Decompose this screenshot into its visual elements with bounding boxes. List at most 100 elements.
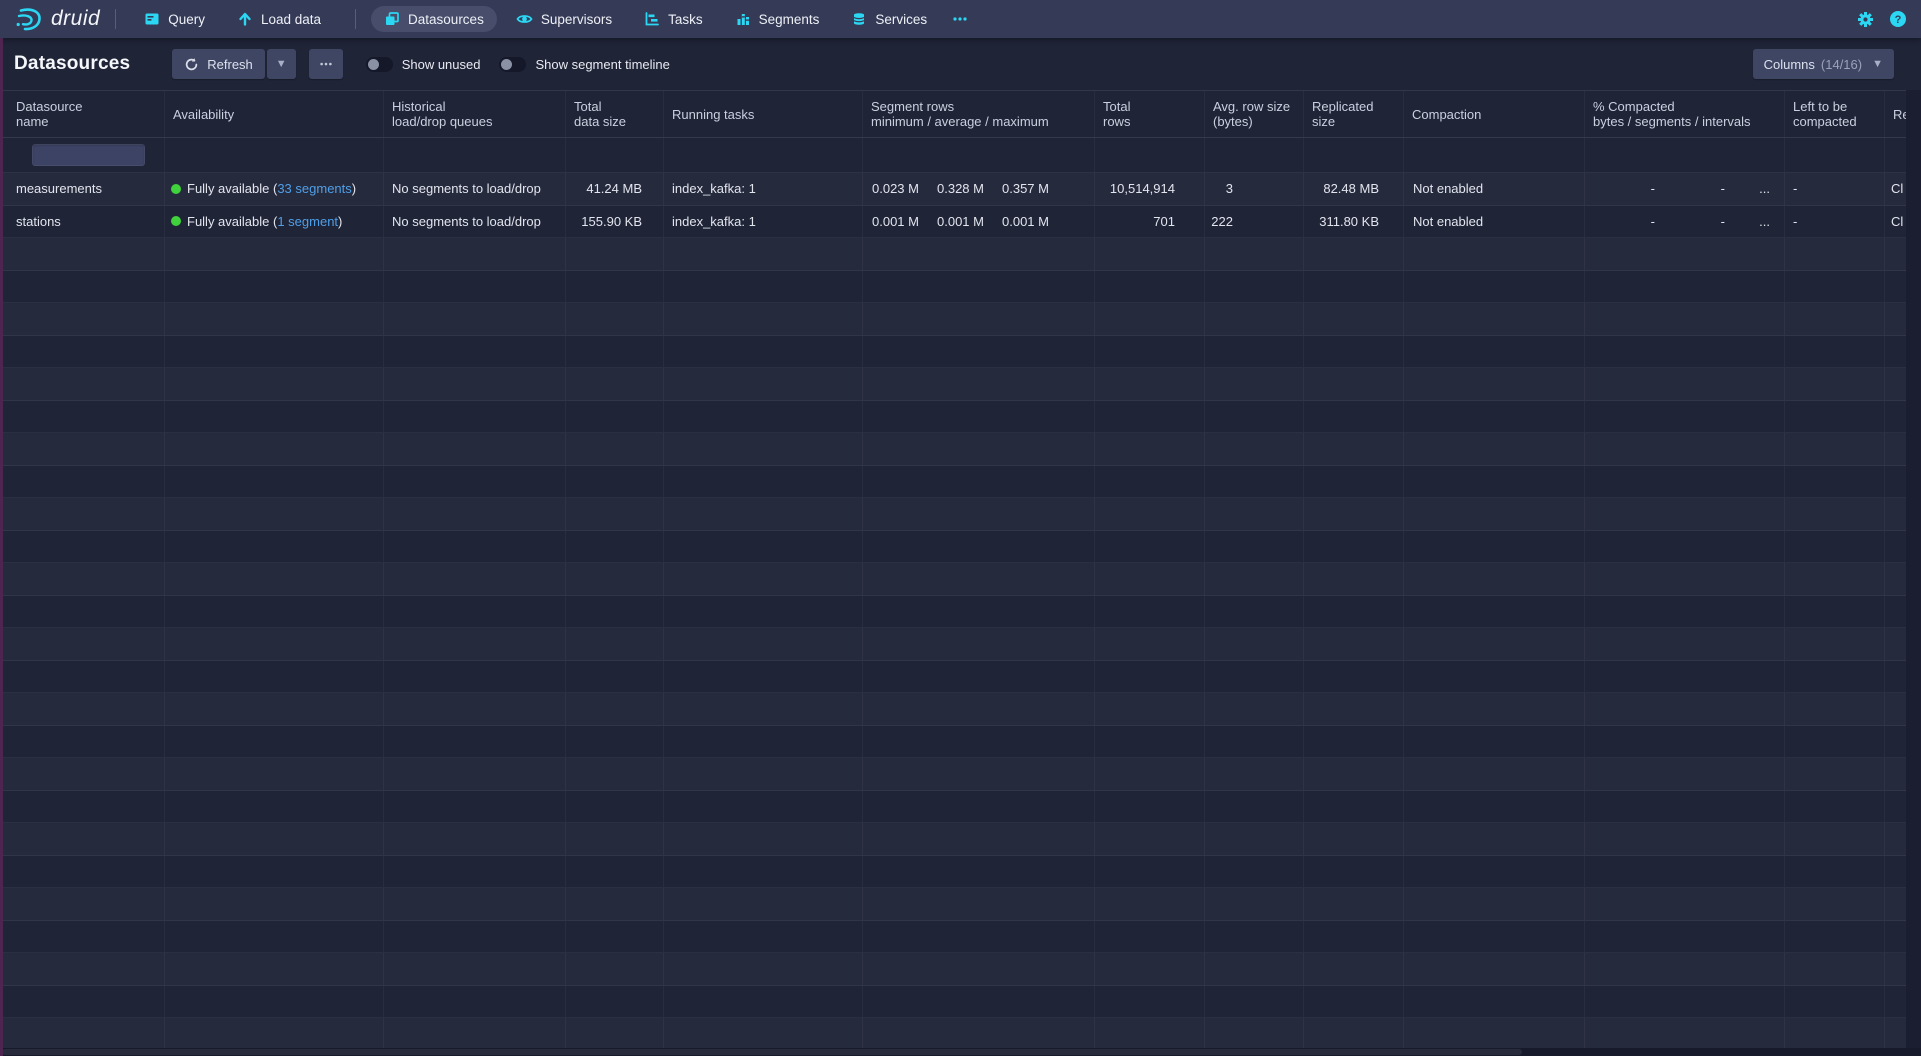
available-dot	[171, 184, 181, 194]
refresh-interval-dropdown[interactable]: ▼	[267, 49, 296, 79]
table-header: Datasourcename Availability Historicallo…	[0, 91, 1921, 138]
more-icon	[319, 57, 333, 71]
page-title: Datasources	[14, 53, 130, 75]
total-rows-cell: 701	[1095, 206, 1205, 238]
available-dot	[171, 216, 181, 226]
availability-cell: Fully available (33 segments)	[165, 173, 384, 205]
empty-row	[0, 1018, 1921, 1048]
segments-link[interactable]: 33 segments	[277, 181, 351, 196]
nav-item-query[interactable]: Query	[131, 6, 218, 32]
nav-item-load-data[interactable]: Load data	[224, 6, 334, 32]
brand-name: druid	[51, 7, 100, 31]
more-actions-button[interactable]	[309, 49, 343, 79]
historical-queues-cell: No segments to load/drop	[384, 206, 566, 238]
toggle-knob	[368, 59, 379, 70]
brand[interactable]: druid	[14, 6, 100, 32]
svg-text:?: ?	[1895, 14, 1902, 26]
table-row-stations: stations Fully available (1 segment) No …	[0, 206, 1921, 239]
supervisors-icon	[516, 11, 533, 27]
tasks-icon	[644, 11, 660, 27]
column-header-total-data-size[interactable]: Totaldata size	[566, 91, 664, 137]
pct-compacted-cell: --...	[1585, 173, 1785, 205]
empty-row	[0, 986, 1921, 1019]
empty-row	[0, 726, 1921, 759]
datasource-name-cell[interactable]: measurements	[0, 173, 165, 205]
nav-item-tasks[interactable]: Tasks	[631, 6, 716, 32]
services-icon	[851, 11, 867, 27]
total-rows-cell: 10,514,914	[1095, 173, 1205, 205]
nav-item-segments[interactable]: Segments	[722, 6, 833, 32]
avg-row-size-cell: 222	[1205, 206, 1304, 238]
toggle-track	[499, 57, 526, 72]
help-icon: ?	[1889, 10, 1907, 28]
vertical-scrollbar-track[interactable]	[1906, 90, 1921, 1048]
column-header-datasource-name[interactable]: Datasourcename	[0, 91, 165, 137]
empty-row	[0, 238, 1921, 271]
column-header-total-rows[interactable]: Totalrows	[1095, 91, 1205, 137]
help-button[interactable]: ?	[1889, 10, 1907, 28]
window-edge	[0, 38, 3, 1056]
empty-row	[0, 303, 1921, 336]
empty-row	[0, 563, 1921, 596]
horizontal-scrollbar-track[interactable]	[0, 1048, 1921, 1056]
empty-row	[0, 791, 1921, 824]
nav-item-services[interactable]: Services	[838, 6, 940, 32]
columns-dropdown[interactable]: Columns (14/16) ▼	[1753, 49, 1894, 79]
toggle-track	[366, 57, 393, 72]
replicated-size-cell: 82.48 MB	[1304, 173, 1404, 205]
empty-row	[0, 888, 1921, 921]
column-header-avg-row-size[interactable]: Avg. row size(bytes)	[1205, 91, 1304, 137]
nav-item-supervisors[interactable]: Supervisors	[503, 6, 625, 32]
empty-row	[0, 401, 1921, 434]
segments-link[interactable]: 1 segment	[277, 214, 338, 229]
column-header-running-tasks[interactable]: Running tasks	[664, 91, 863, 137]
caret-down-icon: ▼	[1872, 59, 1883, 70]
nav-divider	[115, 9, 116, 29]
refresh-icon	[184, 57, 199, 72]
column-header-segment-rows[interactable]: Segment rowsminimum / average / maximum	[863, 91, 1095, 137]
empty-row	[0, 466, 1921, 499]
settings-button[interactable]	[1857, 11, 1874, 28]
column-header-compaction[interactable]: Compaction	[1404, 91, 1585, 137]
show-segment-timeline-toggle[interactable]: Show segment timeline	[499, 57, 669, 72]
settings-icon	[1857, 11, 1874, 28]
left-to-be-compacted-cell: -	[1785, 173, 1885, 205]
show-unused-toggle[interactable]: Show unused	[366, 57, 481, 72]
column-header-historical-queues[interactable]: Historicalload/drop queues	[384, 91, 566, 137]
replicated-size-cell: 311.80 KB	[1304, 206, 1404, 238]
empty-row	[0, 953, 1921, 986]
datasource-name-filter-input[interactable]	[32, 144, 145, 166]
table-body: measurements Fully available (33 segment…	[0, 173, 1921, 1048]
top-nav: druid Query Load data Dat	[0, 0, 1921, 38]
column-header-left-to-be-compacted[interactable]: Left to becompacted	[1785, 91, 1885, 137]
column-header-replicated-size[interactable]: Replicatedsize	[1304, 91, 1404, 137]
table-row-measurements: measurements Fully available (33 segment…	[0, 173, 1921, 206]
compaction-cell[interactable]: Not enabled	[1404, 173, 1585, 205]
empty-row	[0, 271, 1921, 304]
empty-row	[0, 596, 1921, 629]
nav-item-datasources[interactable]: Datasources	[371, 6, 497, 32]
avg-row-size-cell: 3	[1205, 173, 1304, 205]
empty-row	[0, 433, 1921, 466]
column-header-pct-compacted[interactable]: % Compactedbytes / segments / intervals	[1585, 91, 1785, 137]
nav-more-button[interactable]	[946, 6, 974, 32]
pct-compacted-cell: --...	[1585, 206, 1785, 238]
datasources-table: Datasourcename Availability Historicallo…	[0, 90, 1921, 1048]
empty-row	[0, 531, 1921, 564]
datasource-name-cell[interactable]: stations	[0, 206, 165, 238]
empty-row	[0, 661, 1921, 694]
availability-cell: Fully available (1 segment)	[165, 206, 384, 238]
empty-row	[0, 823, 1921, 856]
empty-row	[0, 758, 1921, 791]
column-header-availability[interactable]: Availability	[165, 91, 384, 137]
segment-rows-cell: 0.023 M0.328 M0.357 M	[863, 173, 1095, 205]
load-data-icon	[237, 11, 253, 27]
refresh-button[interactable]: Refresh	[172, 49, 265, 79]
compaction-cell[interactable]: Not enabled	[1404, 206, 1585, 238]
segment-rows-cell: 0.001 M0.001 M0.001 M	[863, 206, 1095, 238]
toggle-knob	[501, 59, 512, 70]
running-tasks-cell: index_kafka: 1	[664, 206, 863, 238]
horizontal-scrollbar-thumb[interactable]	[2, 1049, 1522, 1055]
toolbar: Datasources Refresh ▼ Show unused Show s…	[0, 38, 1921, 90]
total-data-size-cell: 155.90 KB	[566, 206, 664, 238]
